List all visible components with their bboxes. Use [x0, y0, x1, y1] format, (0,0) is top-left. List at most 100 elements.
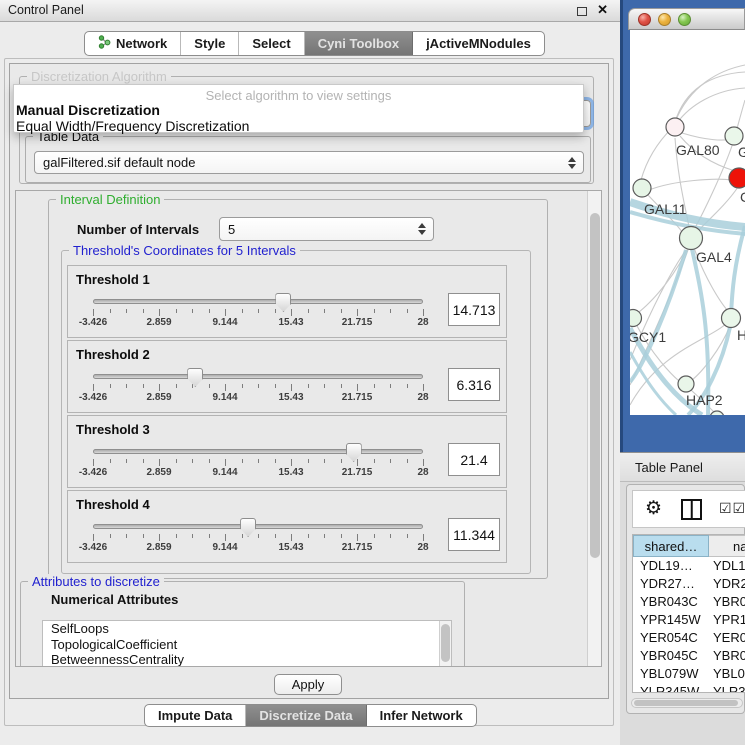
node-label-gal11: GAL11: [644, 201, 687, 217]
settings-vertical-scrollbar[interactable]: [587, 191, 601, 666]
cell-shared-name: YBR043C: [633, 593, 709, 611]
network-node[interactable]: [729, 168, 745, 188]
apply-button[interactable]: Apply: [274, 674, 342, 695]
table-data-combo[interactable]: galFiltered.sif default node: [34, 151, 584, 174]
network-node[interactable]: [710, 411, 724, 415]
network-node[interactable]: [725, 127, 743, 145]
tick-label: 15.43: [278, 542, 303, 553]
table-row[interactable]: YBR043CYBR0: [633, 593, 745, 611]
number-of-intervals-combo[interactable]: 5: [219, 217, 434, 241]
threshold-slider-track[interactable]: [93, 374, 423, 379]
attributes-group: Attributes to discretize Numerical Attri…: [20, 581, 465, 667]
threshold-2-box: Threshold 2-3.4262.8599.14415.4321.71528…: [67, 340, 507, 413]
threshold-value-field[interactable]: 14.713: [448, 293, 500, 326]
network-edge-thick: [731, 226, 745, 316]
bottom-tab-impute-data[interactable]: Impute Data: [145, 705, 246, 726]
threshold-slider-track[interactable]: [93, 524, 423, 529]
threshold-slider-track[interactable]: [93, 449, 423, 454]
table-data-combo-value: galFiltered.sif default node: [43, 155, 195, 170]
table-row[interactable]: YPR145WYPR1: [633, 611, 745, 629]
table-horizontal-scrollbar[interactable]: [631, 698, 743, 708]
network-node[interactable]: [680, 227, 703, 250]
network-edge: [677, 88, 745, 123]
table-row[interactable]: YDL19…YDL1: [633, 557, 745, 575]
table-row[interactable]: YLR345WYLR3: [633, 683, 745, 693]
bottom-tabbar: Impute Data Discretize Data Infer Network: [144, 704, 477, 727]
network-node[interactable]: [633, 179, 651, 197]
node-label-c: C: [740, 189, 745, 205]
group-title-interval-definition: Interval Definition: [56, 192, 164, 207]
slider-ticks: [93, 384, 423, 392]
popup-item-manual-discretization[interactable]: Manual Discretization: [16, 102, 160, 118]
select-columns-icon[interactable]: ☑☑: [719, 500, 745, 517]
threshold-slider-track[interactable]: [93, 299, 423, 304]
threshold-label: Threshold 4: [76, 497, 150, 512]
threshold-value-field[interactable]: 21.4: [448, 443, 500, 476]
settings-scroll-panel: Interval Definition Number of Intervals …: [15, 190, 602, 667]
tab-label: Discretize Data: [259, 708, 352, 723]
attribute-item[interactable]: SelfLoops: [43, 621, 451, 637]
node-table[interactable]: shared… na YDL19…YDL1YDR27…YDR2YBR043CYB…: [632, 534, 745, 693]
slider-tick-labels: -3.4262.8599.14415.4321.71528: [93, 542, 423, 554]
network-node[interactable]: [678, 376, 694, 392]
tick-label: -3.426: [79, 392, 107, 403]
tab-label: Cyni Toolbox: [318, 36, 399, 51]
slider-ticks: [93, 309, 423, 317]
network-window-frame: GAL80GACGAL11GAL4GCY1HHAP2: [620, 0, 745, 452]
node-label-gal80: GAL80: [676, 142, 720, 158]
zoom-traffic-light-icon[interactable]: [678, 13, 691, 26]
bottom-tab-infer-network[interactable]: Infer Network: [367, 705, 476, 726]
tab-style[interactable]: Style: [181, 32, 239, 55]
slider-tick-labels: -3.4262.8599.14415.4321.71528: [93, 467, 423, 479]
tick-label: 9.144: [212, 392, 237, 403]
algorithm-dropdown-popup: Select algorithm to view settings Manual…: [13, 84, 584, 133]
group-title-attributes: Attributes to discretize: [28, 574, 164, 589]
cell-name: YER0: [709, 629, 745, 647]
table-panel-titlebar: Table Panel: [620, 452, 745, 482]
control-panel: Control Panel ✕ Network Style Select Cyni T…: [0, 0, 620, 745]
tab-cyni-toolbox[interactable]: Cyni Toolbox: [305, 32, 413, 55]
panel-title: Control Panel: [8, 0, 84, 21]
network-node[interactable]: [722, 309, 741, 328]
numerical-attributes-list[interactable]: SelfLoopsTopologicalCoefficientBetweenne…: [42, 620, 452, 667]
attribute-item[interactable]: BetweennessCentrality: [43, 652, 451, 667]
content-box: Discretization Algorithm Table Data galF…: [9, 63, 609, 699]
tab-jactivemnodules[interactable]: jActiveMNodules: [413, 32, 544, 55]
node-label-gcy1: GCY1: [630, 329, 666, 345]
network-window-titlebar: [628, 8, 745, 30]
network-canvas[interactable]: GAL80GACGAL11GAL4GCY1HHAP2: [630, 30, 745, 415]
attribute-item[interactable]: TopologicalCoefficient: [43, 637, 451, 653]
float-window-icon[interactable]: [577, 7, 587, 16]
network-icon: [98, 35, 111, 52]
table-row[interactable]: YBL079WYBL0: [633, 665, 745, 683]
tab-label: Style: [194, 36, 225, 51]
table-row[interactable]: YDR27…YDR2: [633, 575, 745, 593]
network-node[interactable]: [630, 310, 642, 327]
gear-icon[interactable]: ⚙: [645, 497, 662, 520]
slider-tick-labels: -3.4262.8599.14415.4321.71528: [93, 392, 423, 404]
tab-network[interactable]: Network: [85, 32, 181, 55]
threshold-value-field[interactable]: 11.344: [448, 518, 500, 551]
tick-label: 21.715: [342, 542, 373, 553]
threshold-1-box: Threshold 1-3.4262.8599.14415.4321.71528…: [67, 265, 507, 338]
numerical-attributes-label: Numerical Attributes: [51, 592, 178, 607]
network-node[interactable]: [666, 118, 684, 136]
table-row[interactable]: YBR045CYBR0: [633, 647, 745, 665]
column-header-name[interactable]: na: [709, 535, 745, 557]
attributes-scrollbar[interactable]: [439, 621, 451, 666]
columns-icon[interactable]: [681, 499, 702, 520]
close-icon[interactable]: ✕: [597, 2, 608, 18]
threshold-value-field[interactable]: 6.316: [448, 368, 500, 401]
tab-label: Select: [252, 36, 290, 51]
minimize-traffic-light-icon[interactable]: [658, 13, 671, 26]
tick-label: 15.43: [278, 392, 303, 403]
tab-select[interactable]: Select: [239, 32, 304, 55]
bottom-tab-discretize-data[interactable]: Discretize Data: [246, 705, 366, 726]
column-header-shared-name[interactable]: shared…: [633, 535, 709, 557]
thresholds-group: Threshold's Coordinates for 5 Intervals …: [61, 250, 531, 574]
popup-item-equal-width-frequency-discretization[interactable]: Equal Width/Frequency Discretization: [16, 118, 249, 134]
combo-arrows-icon: [416, 218, 427, 240]
cell-shared-name: YDR27…: [633, 575, 709, 593]
close-traffic-light-icon[interactable]: [638, 13, 651, 26]
table-row[interactable]: YER054CYER0: [633, 629, 745, 647]
